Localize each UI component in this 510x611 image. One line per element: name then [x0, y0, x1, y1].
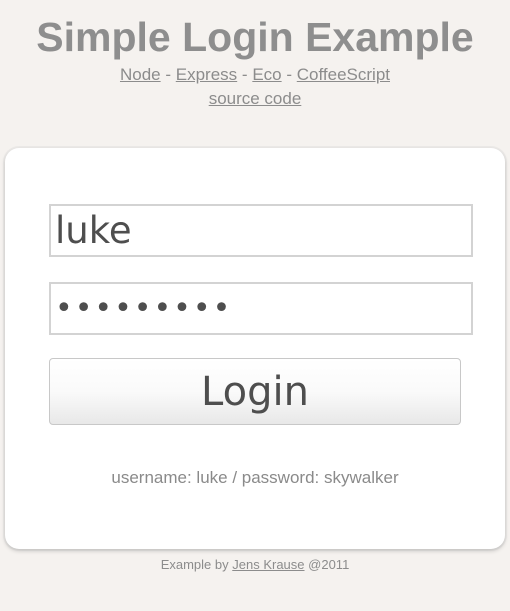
node-link[interactable]: Node [120, 65, 161, 84]
credentials-hint: username: luke / password: skywalker [111, 468, 399, 487]
express-link[interactable]: Express [176, 65, 237, 84]
login-button[interactable]: Login [49, 358, 461, 425]
separator: - [286, 65, 293, 84]
footer-year: @2011 [308, 557, 350, 572]
author-link[interactable]: Jens Krause [232, 557, 304, 572]
footer-prefix: Example by [160, 557, 229, 572]
separator: - [165, 65, 172, 84]
password-input[interactable] [49, 282, 473, 335]
login-card: Login username: luke / password: skywalk… [5, 148, 505, 549]
username-input[interactable] [49, 204, 473, 257]
tech-links: Node - Express - Eco - CoffeeScript [0, 65, 510, 85]
separator: - [241, 65, 248, 84]
footer: Example by Jens Krause @2011 [0, 557, 510, 572]
source-code-link[interactable]: source code [209, 89, 302, 108]
eco-link[interactable]: Eco [252, 65, 281, 84]
source-row: source code [0, 89, 510, 109]
coffeescript-link[interactable]: CoffeeScript [297, 65, 390, 84]
page-title: Simple Login Example [36, 14, 474, 60]
